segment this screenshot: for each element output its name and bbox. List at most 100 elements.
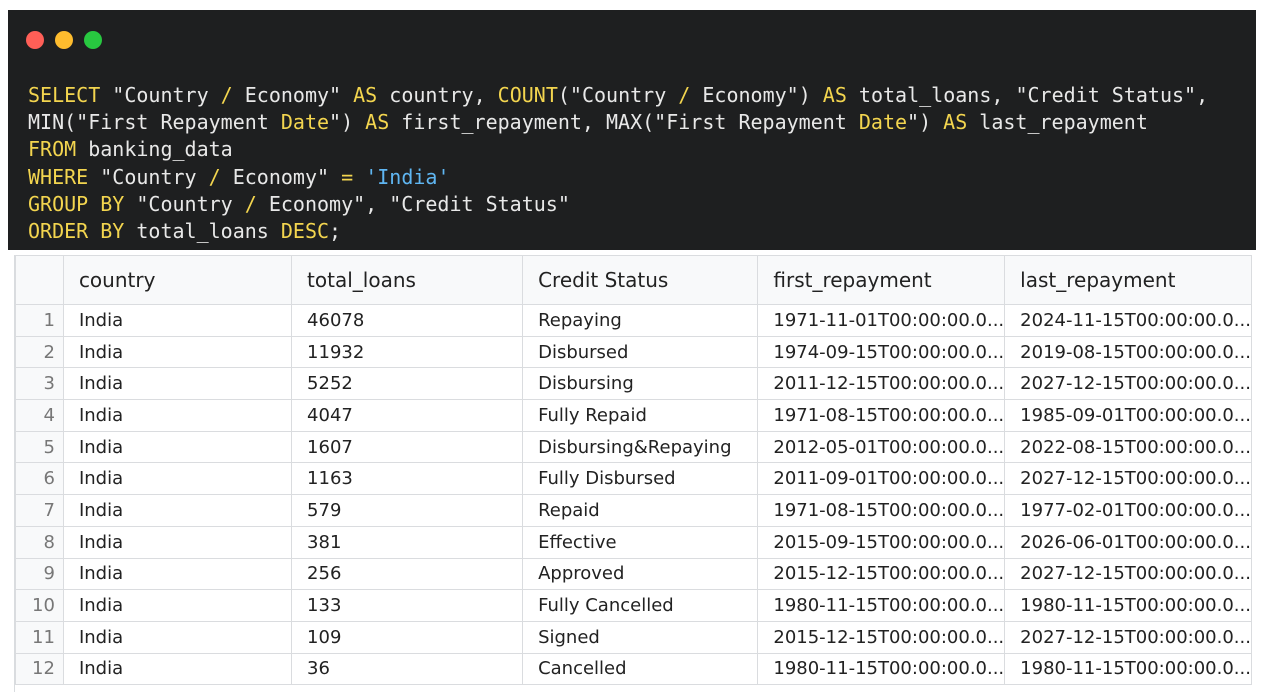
table-row[interactable]: 7 India 579 Repaid 1971-08-15T00:00:00.0... 1… [15,494,1252,527]
table-row[interactable]: 1 India 46078 Repaying 1971-11-01T00:00:00.0… [15,304,1252,337]
table-cell: 2011-12-15T00:00:00.0... [757,367,1006,401]
table-cell: India [62,620,293,654]
sql-token: MIN("First Repayment [28,110,281,135]
table-cell: 11932 [291,335,524,369]
column-header[interactable]: total_loans [291,255,524,305]
sql-token: FROM [28,137,77,162]
sql-token: "Country [88,164,209,189]
column-header[interactable]: first_repayment [757,255,1006,305]
row-index: 10 [15,589,64,622]
row-index: 9 [15,557,64,591]
column-header[interactable]: Credit Status [522,255,759,305]
table-cell: India [62,652,293,686]
table-cell: 1607 [291,430,524,464]
row-index: 1 [15,304,64,337]
sql-token: = [341,164,354,189]
sql-token: Date [280,110,330,135]
sql-query-text[interactable]: SELECT "Country / Economy" AS country, C… [28,82,1208,245]
minimize-window-button[interactable] [55,31,73,49]
maximize-window-button[interactable] [84,31,102,49]
table-row[interactable]: 10 India 133 Fully Cancelled 1980-11-15T00:0… [15,589,1252,622]
sql-token: country, [377,83,498,107]
table-header-row: country total_loans Credit Status first_… [15,255,1252,305]
table-cell: Signed [522,620,759,654]
row-index: 3 [15,367,64,401]
table-cell: India [62,525,293,559]
window-controls [26,31,102,49]
table-cell: 1971-11-01T00:00:00.0... [757,304,1006,337]
table-cell: India [62,335,293,369]
table-row[interactable]: 9 India 256 Approved 2015-12-15T00:00:00.0..… [15,557,1252,591]
sql-token: AS [365,110,390,135]
table-row[interactable]: 4 India 4047 Fully Repaid 1971-08-15T00:00:0… [15,399,1252,432]
results-grid: country total_loans Credit Status first_… [14,255,1252,692]
table-cell: 1980-11-15T00:00:00.0... [1004,652,1252,686]
table-cell: India [62,462,293,496]
table-cell: India [62,430,293,464]
sql-token: ; [329,219,342,244]
sql-token: WHERE [28,164,89,189]
table-cell: 2011-09-01T00:00:00.0... [757,462,1006,496]
table-cell: 381 [291,525,524,559]
table-cell: Fully Disbursed [522,462,759,496]
table-cell: Effective [522,525,759,559]
table-cell: Cancelled [522,652,759,686]
table-cell: 109 [291,620,524,654]
table-cell: Fully Repaid [522,399,759,432]
sql-token: / [220,83,233,107]
table-cell: 2015-12-15T00:00:00.0... [757,557,1006,591]
table-row[interactable]: 8 India 381 Effective 2015-09-15T00:00:00.0.… [15,525,1252,559]
table-cell: 2015-12-15T00:00:00.0... [757,620,1006,654]
sql-token: Economy", "Credit Status" [256,191,570,216]
row-index: 7 [15,494,64,527]
sql-token: banking_data [76,137,233,162]
table-cell: 256 [291,557,524,591]
table-cell: 2019-08-15T00:00:00.0... [1004,335,1252,369]
table-cell: India [62,367,293,401]
column-header[interactable]: country [62,255,293,305]
sql-token: ") [907,110,944,135]
sql-token: "Country [124,191,245,216]
table-cell: 1163 [291,462,524,496]
sql-token: GROUP BY [28,191,125,216]
table-cell: 1971-08-15T00:00:00.0... [757,494,1006,527]
table-cell: 2026-06-01T00:00:00.0... [1004,525,1252,559]
sql-token: SELECT [28,83,101,107]
sql-token: DESC [280,219,330,244]
table-cell: 5252 [291,367,524,401]
sql-token: Economy" [220,164,342,189]
table-cell: 2015-09-15T00:00:00.0... [757,525,1006,559]
row-index: 8 [15,525,64,559]
table-cell: 579 [291,494,524,527]
table-row[interactable]: 6 India 1163 Fully Disbursed 2011-09-01T00:0… [15,462,1252,496]
sql-token: COUNT [497,83,558,107]
table-row[interactable]: 11 India 109 Signed 2015-12-15T00:00:00.0...… [15,620,1252,654]
table-cell: Fully Cancelled [522,589,759,622]
row-index-header [15,255,64,305]
sql-token: "Country [100,83,221,107]
sql-token: last_repayment [967,110,1148,135]
table-row[interactable]: 12 India 36 Cancelled 1980-11-15T00:00:00.0.… [15,652,1252,686]
table-cell: 1980-11-15T00:00:00.0... [757,589,1006,622]
sql-token: ("Country [557,83,679,107]
results-table: country total_loans Credit Status first_… [15,255,1252,686]
table-cell: 1974-09-15T00:00:00.0... [757,335,1006,369]
close-window-button[interactable] [26,31,44,49]
sql-editor-panel: SELECT "Country / Economy" AS country, C… [8,10,1256,250]
sql-token: total_loans, "Credit Status", [846,83,1209,107]
sql-token: total_loans [124,219,281,244]
table-row[interactable]: 2 India 11932 Disbursed 1974-09-15T00:00:00.… [15,335,1252,369]
sql-token: first_repayment, MAX("First Repayment [389,110,859,135]
column-header[interactable]: last_repayment [1004,255,1252,305]
row-index: 2 [15,335,64,369]
table-row[interactable]: 5 India 1607 Disbursing&Repaying 2012-05-01T… [15,430,1252,464]
table-row[interactable]: 3 India 5252 Disbursing 2011-12-15T00:00:00.… [15,367,1252,401]
table-cell: Approved [522,557,759,591]
sql-token: / [244,191,257,216]
sql-token: 'India' [365,164,450,189]
row-index: 4 [15,399,64,432]
table-cell: 46078 [291,304,524,337]
row-index: 11 [15,620,64,654]
sql-token: ORDER BY [28,219,125,244]
